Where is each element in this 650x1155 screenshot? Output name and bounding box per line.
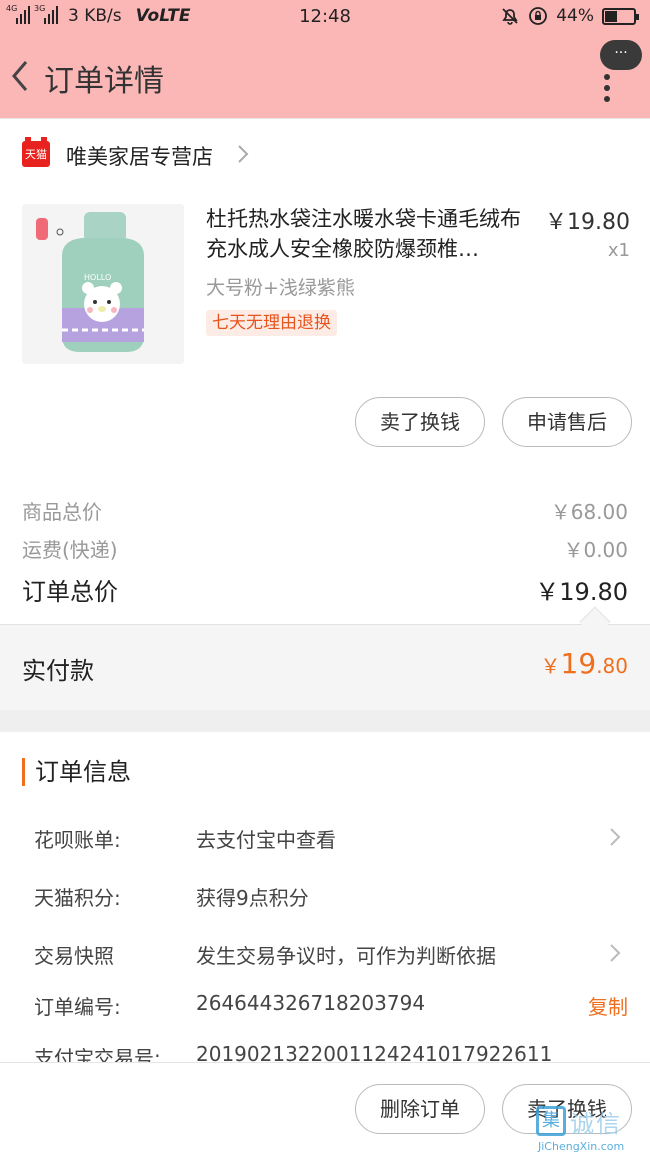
product-title[interactable]: 杜托热水袋注水暖水袋卡通毛绒布充水成人安全橡胶防爆颈椎… — [206, 204, 540, 264]
product-sku: 大号粉+浅绿紫熊 — [206, 277, 355, 299]
site-watermark: 集 诚信 JiChengXin.com — [530, 1104, 648, 1154]
mute-bell-icon — [502, 8, 518, 25]
copy-order-number-link[interactable]: 复制 — [588, 991, 628, 1020]
goods-total-label: 商品总价 — [22, 500, 102, 524]
status-bar: 4G 3G 3 KB/s VoLTE 12:48 44% — [0, 0, 650, 36]
tmall-logo: 天猫 — [22, 137, 50, 167]
points-value: 获得9点积分 — [196, 886, 309, 910]
battery-percent: 44% — [556, 6, 594, 26]
status-right: 44% — [500, 6, 639, 26]
points-label: 天猫积分: — [34, 886, 121, 910]
store-row[interactable]: 天猫 唯美家居专营店 — [0, 118, 650, 188]
order-number-label: 订单编号: — [34, 995, 121, 1019]
chevron-right-icon — [610, 828, 621, 846]
product-item[interactable]: HOLLO 杜托热水袋注水暖水袋卡通毛绒布充水成人安全橡胶防爆颈椎… ￥19.8… — [0, 188, 650, 378]
snapshot-value: 发生交易争议时，可作为判断依据 — [196, 944, 496, 968]
shipping-row: 运费(快递) ￥0.00 — [22, 534, 628, 563]
battery-icon — [602, 7, 639, 25]
shipping-value: ￥0.00 — [563, 538, 628, 562]
rotation-lock-icon — [529, 7, 548, 25]
huabei-value: 去支付宝中查看 — [196, 828, 336, 852]
more-dots-icon[interactable] — [602, 74, 612, 107]
watermark-text: 诚信 — [570, 1110, 622, 1138]
snapshot-row[interactable]: 交易快照 发生交易争议时，可作为判断依据 — [34, 940, 628, 970]
watermark-mark: 集 — [536, 1106, 566, 1136]
chevron-right-icon — [238, 145, 249, 163]
shipping-label: 运费(快递) — [22, 538, 118, 562]
paid-label: 实付款 — [22, 657, 94, 685]
points-row: 天猫积分: 获得9点积分 — [34, 882, 628, 912]
after-sale-button[interactable]: 申请售后 — [502, 397, 632, 447]
delete-order-button[interactable]: 删除订单 — [355, 1084, 485, 1134]
paid-amount: ￥19.80 — [541, 647, 628, 680]
order-info-heading: 订单信息 — [22, 758, 131, 786]
order-total-label: 订单总价 — [22, 578, 118, 606]
huabei-label: 花呗账单: — [34, 828, 121, 852]
huabei-row[interactable]: 花呗账单: 去支付宝中查看 — [34, 824, 628, 854]
more-menu-bubble[interactable]: ··· — [600, 40, 642, 70]
sell-for-cash-button[interactable]: 卖了换钱 — [355, 397, 485, 447]
paid-currency: ￥ — [540, 654, 561, 678]
order-number-value: 264644326718203794 — [196, 991, 426, 1015]
order-total-value: ￥19.80 — [535, 578, 628, 606]
page-title: 订单详情 — [44, 64, 164, 99]
paid-amount-row: 实付款 ￥19.80 — [0, 624, 650, 710]
nav-bar: 订单详情 ··· — [0, 36, 650, 118]
paid-decimal: .80 — [596, 654, 628, 678]
svg-text:HOLLO: HOLLO — [84, 273, 111, 282]
goods-total-value: ￥68.00 — [550, 500, 628, 524]
watermark-url: JiChengXin.com — [538, 1140, 625, 1153]
section-divider — [0, 710, 650, 732]
order-number-row: 订单编号: 264644326718203794 复制 — [34, 991, 628, 1021]
snapshot-label: 交易快照 — [34, 944, 114, 968]
store-name[interactable]: 唯美家居专营店 — [66, 141, 213, 171]
back-arrow-icon[interactable] — [6, 56, 36, 96]
product-image[interactable]: HOLLO — [22, 204, 184, 364]
product-quantity: x1 — [607, 240, 630, 261]
order-total-row: 订单总价 ￥19.80 — [22, 572, 628, 607]
paid-integer: 19 — [560, 647, 597, 680]
goods-total-row: 商品总价 ￥68.00 — [22, 496, 628, 525]
product-price: ￥19.80 — [545, 210, 630, 235]
chevron-right-icon — [610, 944, 621, 962]
return-policy-badge: 七天无理由退换 — [206, 310, 337, 336]
